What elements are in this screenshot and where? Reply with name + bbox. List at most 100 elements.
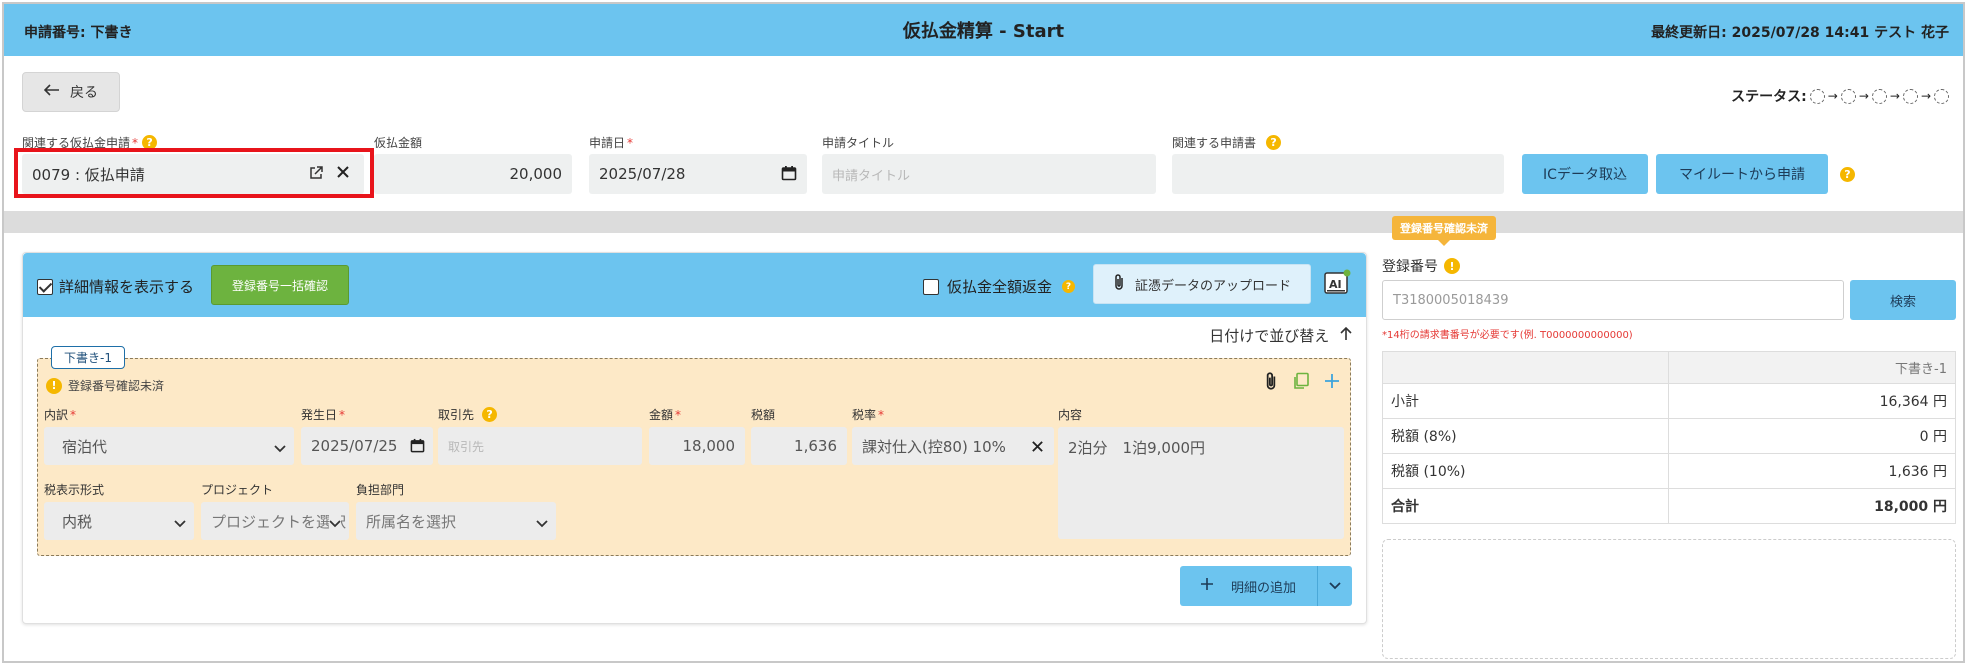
line-warning: ! 登録番号確認未済 [46,377,164,394]
bulk-check-button[interactable]: 登録番号一括確認 [211,265,349,305]
description-textarea[interactable]: 2泊分 1泊9,000円 [1058,427,1344,539]
arrow-up-icon [1340,326,1352,345]
tax-rate-field[interactable]: 課対仕入(控80) 10% [852,427,1054,465]
status-indicator: ステータス: → → → → [1731,86,1949,106]
application-title-label: 申請タイトル [822,136,895,150]
panel-toolbar: 詳細情報を表示する 登録番号一括確認 仮払金全額返金 ? 証憑データのアップロー… [23,253,1366,317]
amount-input[interactable]: 18,000 [649,427,745,465]
table-row: 税額 (10%) 1,636 円 [1382,453,1956,489]
chevron-down-icon [329,514,341,532]
app-window: 申請番号: 下書き 仮払金精算 - Start 最終更新日: 2025/07/2… [2,2,1965,663]
date-label: 発生日 * [301,407,346,423]
show-details-toggle[interactable]: 詳細情報を表示する [37,276,194,297]
warning-icon: ! [46,377,62,394]
file-dropzone[interactable] [1382,539,1956,659]
expense-line-card: ! 登録番号確認未済 内訳* 発生日* 取引先? 金額* 税額 税率* [37,358,1351,556]
tax-label: 税額 [751,408,776,422]
description-label: 内容 [1058,408,1083,422]
help-icon[interactable]: ? [1266,135,1282,150]
status-step-icon [1871,88,1887,104]
chevron-down-icon [174,514,186,532]
table-row: 税額 (8%) 0 円 [1382,418,1956,454]
section-divider [4,211,1963,233]
column-header: 下書き-1 [1668,351,1956,384]
project-label: プロジェクト [201,483,274,497]
highlight-box [14,148,374,198]
registration-warning-tooltip: 登録番号確認未済 [1392,216,1496,246]
registration-number-input[interactable]: T3180005018439 [1382,280,1844,320]
table-row: 小計 16,364 円 [1382,383,1956,419]
calendar-icon[interactable] [781,165,797,185]
copy-icon[interactable] [1292,372,1310,394]
paperclip-icon[interactable] [1264,371,1278,395]
back-label: 戻る [70,85,98,101]
close-icon[interactable] [1031,439,1044,457]
amount-label: 金額 * [649,407,682,423]
application-date-field[interactable]: 2025/07/28 [589,154,807,194]
arrow-left-icon [43,84,60,100]
summary-table: 下書き-1 小計 16,364 円 税額 (8%) 0 円 税額 (10%) 1… [1382,351,1956,524]
ai-icon[interactable]: AI [1323,269,1351,297]
arrow-right-icon: → [1858,89,1869,103]
status-step-icon [1902,88,1918,104]
category-label: 内訳 * [44,407,77,423]
line-tag: 下書き-1 [51,346,125,369]
related-document-field[interactable] [1172,154,1504,194]
application-title-input[interactable]: 申請タイトル [822,154,1156,194]
paperclip-icon [1113,273,1125,295]
status-label: ステータス: [1731,89,1807,105]
chevron-down-icon [274,439,286,457]
add-line-dropdown[interactable] [1318,566,1352,606]
calendar-icon[interactable] [410,438,425,457]
arrow-right-icon: → [1889,89,1900,103]
checkbox-icon[interactable] [923,278,939,295]
arrow-right-icon: → [1827,89,1838,103]
project-select[interactable]: プロジェクトを選択 [201,502,349,540]
back-button[interactable]: 戻る [22,72,120,112]
table-header-row: 下書き-1 [1382,351,1956,384]
ic-import-button[interactable]: ICデータ取込 [1522,154,1648,194]
tax-display-label: 税表示形式 [44,483,105,497]
total-row: 合計 18,000 円 [1382,488,1956,524]
title-bar: 申請番号: 下書き 仮払金精算 - Start 最終更新日: 2025/07/2… [4,4,1963,56]
vendor-label: 取引先? [438,406,498,423]
application-date-label: 申請日 * [589,135,634,151]
chevron-down-icon [536,514,548,532]
tax-rate-label: 税率 * [852,407,885,423]
search-button[interactable]: 検索 [1850,280,1956,320]
department-select[interactable]: 所属名を選択 [356,502,556,540]
registration-hint: *14桁の請求書番号が必要です(例. T0000000000000) [1382,330,1633,341]
registration-number-label: 登録番号 ! [1382,256,1460,276]
line-actions [1264,371,1340,395]
upload-evidence-button[interactable]: 証憑データのアップロード [1093,264,1311,304]
checkbox-checked-icon[interactable] [37,278,53,295]
tax-display-select[interactable]: 内税 [44,502,194,540]
advance-amount-label: 仮払金額 [374,136,423,150]
department-label: 負担部門 [356,483,405,497]
status-step-icon [1809,88,1825,104]
plus-icon [1200,578,1213,594]
status-step-icon [1840,88,1856,104]
arrow-right-icon: → [1920,89,1931,103]
last-updated: 最終更新日: 2025/07/28 14:41 テスト 花子 [1651,25,1949,41]
svg-text:AI: AI [1329,278,1342,291]
chevron-down-icon [1329,579,1341,594]
date-input[interactable]: 2025/07/25 [301,427,433,465]
category-select[interactable]: 宿泊代 [44,427,294,465]
full-refund-toggle[interactable]: 仮払金全額返金 ? [923,276,1076,297]
add-icon[interactable] [1324,373,1340,393]
help-icon[interactable]: ? [1062,280,1076,293]
related-document-label: 関連する申請書? [1172,134,1282,151]
advance-amount-field: 20,000 [374,154,572,194]
vendor-input[interactable]: 取引先 [438,427,642,465]
sort-by-date-button[interactable]: 日付けで並び替え [1209,325,1352,346]
add-line-main[interactable]: 明細の追加 [1180,566,1318,606]
expense-lines-panel: 詳細情報を表示する 登録番号一括確認 仮払金全額返金 ? 証憑データのアップロー… [22,252,1367,624]
warning-icon: ! [1444,258,1460,274]
myroute-apply-button[interactable]: マイルートから申請 [1656,154,1828,194]
status-step-icon [1934,88,1949,104]
add-line-button[interactable]: 明細の追加 [1180,566,1352,606]
tax-input[interactable]: 1,636 [751,427,847,465]
help-icon[interactable]: ? [482,407,498,422]
help-icon[interactable]: ? [1840,167,1855,182]
